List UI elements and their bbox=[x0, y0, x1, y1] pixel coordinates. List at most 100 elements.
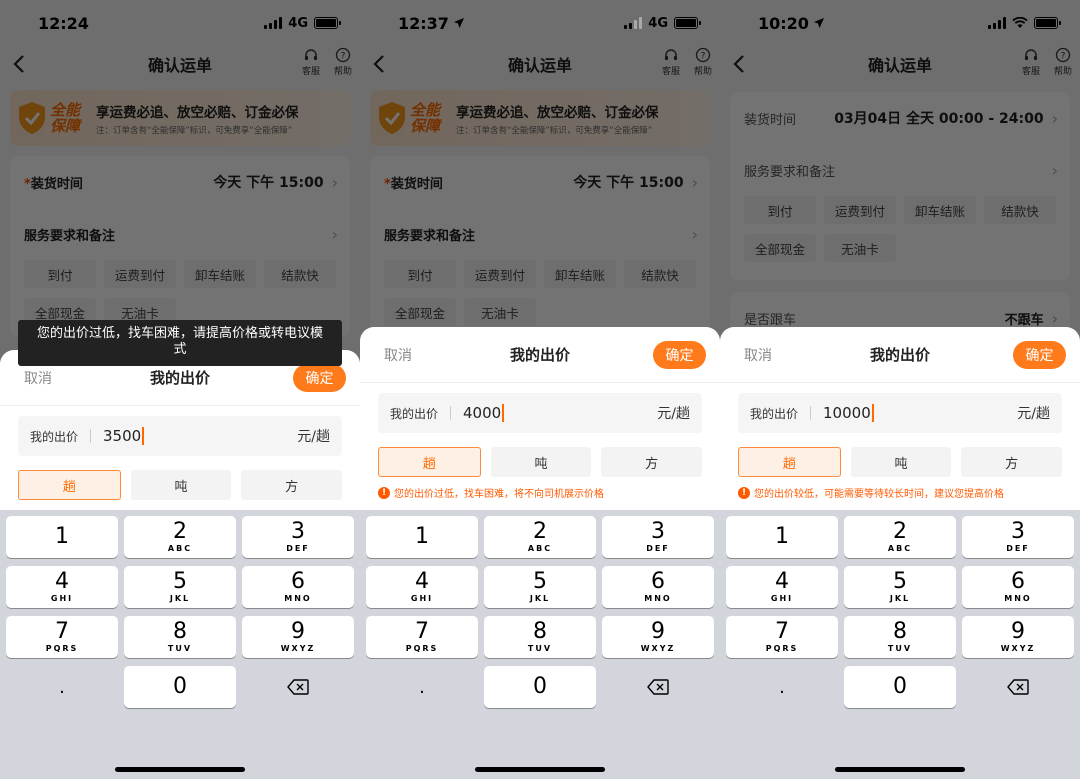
key-2[interactable]: 2 ABC bbox=[484, 516, 596, 558]
tag-item[interactable]: 结款快 bbox=[264, 260, 336, 288]
help-button[interactable]: ? 帮助 bbox=[334, 47, 352, 77]
back-icon[interactable] bbox=[10, 52, 30, 76]
key-0[interactable]: 0 bbox=[124, 666, 236, 708]
confirm-button[interactable]: 确定 bbox=[653, 340, 706, 369]
order-card: *装货时间 今天 下午 15:00 › 服务要求和备注 › 到付 运费到付 卸车结… bbox=[10, 156, 350, 336]
service-row[interactable]: 服务要求和备注 › bbox=[730, 144, 1070, 196]
key-1[interactable]: 1 bbox=[726, 516, 838, 558]
key-0[interactable]: 0 bbox=[484, 666, 596, 708]
key-7[interactable]: 7 PQRS bbox=[726, 616, 838, 658]
tag-item[interactable]: 运费到付 bbox=[464, 260, 536, 288]
delete-key[interactable] bbox=[242, 666, 354, 708]
key-1[interactable]: 1 bbox=[366, 516, 478, 558]
confirm-button[interactable]: 确定 bbox=[1013, 340, 1066, 369]
key-2[interactable]: 2 ABC bbox=[124, 516, 236, 558]
price-input[interactable]: 我的出价 10000 元/趟 bbox=[738, 393, 1062, 433]
unit-option-cubic[interactable]: 方 bbox=[601, 447, 703, 477]
key-7[interactable]: 7 PQRS bbox=[6, 616, 118, 658]
key-7[interactable]: 7 PQRS bbox=[366, 616, 478, 658]
key-decimal[interactable]: . bbox=[366, 666, 478, 708]
load-time-row[interactable]: 装货时间 03月04日 全天 00:00 - 24:00 › bbox=[730, 92, 1070, 144]
text-caret bbox=[142, 427, 145, 445]
tag-item[interactable]: 到付 bbox=[384, 260, 456, 288]
tag-item[interactable]: 卸车结账 bbox=[904, 196, 976, 224]
delete-icon bbox=[287, 679, 309, 695]
unit-option-ton[interactable]: 吨 bbox=[490, 447, 592, 477]
price-input[interactable]: 我的出价 3500 元/趟 bbox=[18, 416, 342, 456]
confirm-button[interactable]: 确定 bbox=[293, 363, 346, 392]
service-row[interactable]: 服务要求和备注 › bbox=[370, 208, 710, 260]
key-5[interactable]: 5 JKL bbox=[844, 566, 956, 608]
unit-option-ton[interactable]: 吨 bbox=[850, 447, 952, 477]
cancel-button[interactable]: 取消 bbox=[384, 345, 412, 365]
service-row[interactable]: 服务要求和备注 › bbox=[10, 208, 350, 260]
key-8[interactable]: 8 TUV bbox=[484, 616, 596, 658]
unit-option-ton[interactable]: 吨 bbox=[130, 470, 232, 500]
guarantee-banner[interactable]: 全能保障 享运费必追、放空必赔、订金必保 注：订单含有“全能保障”标识，可免费享… bbox=[10, 90, 350, 146]
key-4[interactable]: 4 GHI bbox=[726, 566, 838, 608]
tag-item[interactable]: 全部现金 bbox=[744, 234, 816, 262]
unit-option-trip[interactable]: 趟 bbox=[378, 447, 481, 477]
tag-item[interactable]: 卸车结账 bbox=[544, 260, 616, 288]
unit-option-cubic[interactable]: 方 bbox=[961, 447, 1063, 477]
delete-key[interactable] bbox=[962, 666, 1074, 708]
home-indicator[interactable] bbox=[475, 767, 605, 772]
unit-option-trip[interactable]: 趟 bbox=[738, 447, 841, 477]
key-4[interactable]: 4 GHI bbox=[366, 566, 478, 608]
key-5[interactable]: 5 JKL bbox=[484, 566, 596, 608]
tag-item[interactable]: 结款快 bbox=[984, 196, 1056, 224]
key-decimal[interactable]: . bbox=[6, 666, 118, 708]
tag-item[interactable]: 无油卡 bbox=[464, 298, 536, 326]
home-indicator[interactable] bbox=[835, 767, 965, 772]
back-icon[interactable] bbox=[370, 52, 390, 76]
cancel-button[interactable]: 取消 bbox=[24, 368, 52, 388]
load-time-row[interactable]: *装货时间 今天 下午 15:00 › bbox=[10, 156, 350, 208]
key-3[interactable]: 3 DEF bbox=[962, 516, 1074, 558]
tag-item[interactable]: 无油卡 bbox=[824, 234, 896, 262]
unit-option-trip[interactable]: 趟 bbox=[18, 470, 121, 500]
key-4[interactable]: 4 GHI bbox=[6, 566, 118, 608]
unit-option-cubic[interactable]: 方 bbox=[241, 470, 343, 500]
help-button[interactable]: ? 帮助 bbox=[1054, 47, 1072, 77]
load-time-value: 今天 下午 15:00 bbox=[213, 175, 324, 191]
back-icon[interactable] bbox=[730, 52, 750, 76]
key-decimal[interactable]: . bbox=[726, 666, 838, 708]
tag-item[interactable]: 全部现金 bbox=[384, 298, 456, 326]
help-button[interactable]: ? 帮助 bbox=[694, 47, 712, 77]
key-9[interactable]: 9 WXYZ bbox=[602, 616, 714, 658]
guarantee-banner[interactable]: 全能保障 享运费必追、放空必赔、订金必保 注：订单含有“全能保障”标识，可免费享… bbox=[370, 90, 710, 146]
home-indicator[interactable] bbox=[115, 767, 245, 772]
key-8[interactable]: 8 TUV bbox=[124, 616, 236, 658]
load-time-row[interactable]: *装货时间 今天 下午 15:00 › bbox=[370, 156, 710, 208]
customer-service-button[interactable]: 客服 bbox=[1022, 47, 1040, 77]
tag-item[interactable]: 卸车结账 bbox=[184, 260, 256, 288]
warning-icon: ! bbox=[378, 486, 390, 499]
key-6[interactable]: 6 MNO bbox=[962, 566, 1074, 608]
cancel-button[interactable]: 取消 bbox=[744, 345, 772, 365]
service-label: 服务要求和备注 bbox=[384, 228, 476, 244]
key-5[interactable]: 5 JKL bbox=[124, 566, 236, 608]
text-caret bbox=[502, 404, 505, 422]
tag-item[interactable]: 到付 bbox=[744, 196, 816, 224]
customer-service-button[interactable]: 客服 bbox=[302, 47, 320, 77]
key-3[interactable]: 3 DEF bbox=[242, 516, 354, 558]
tag-item[interactable]: 结款快 bbox=[624, 260, 696, 288]
sheet-title: 我的出价 bbox=[509, 346, 570, 364]
key-2[interactable]: 2 ABC bbox=[844, 516, 956, 558]
key-6[interactable]: 6 MNO bbox=[602, 566, 714, 608]
key-6[interactable]: 6 MNO bbox=[242, 566, 354, 608]
key-3[interactable]: 3 DEF bbox=[602, 516, 714, 558]
status-bar: 12:24 4G bbox=[0, 0, 360, 46]
key-0[interactable]: 0 bbox=[844, 666, 956, 708]
tag-item[interactable]: 运费到付 bbox=[104, 260, 176, 288]
key-9[interactable]: 9 WXYZ bbox=[242, 616, 354, 658]
delete-key[interactable] bbox=[602, 666, 714, 708]
price-input[interactable]: 我的出价 4000 元/趟 bbox=[378, 393, 702, 433]
key-1[interactable]: 1 bbox=[6, 516, 118, 558]
customer-service-button[interactable]: 客服 bbox=[662, 47, 680, 77]
chevron-right-icon: › bbox=[1051, 308, 1058, 328]
tag-item[interactable]: 到付 bbox=[24, 260, 96, 288]
tag-item[interactable]: 运费到付 bbox=[824, 196, 896, 224]
key-9[interactable]: 9 WXYZ bbox=[962, 616, 1074, 658]
key-8[interactable]: 8 TUV bbox=[844, 616, 956, 658]
